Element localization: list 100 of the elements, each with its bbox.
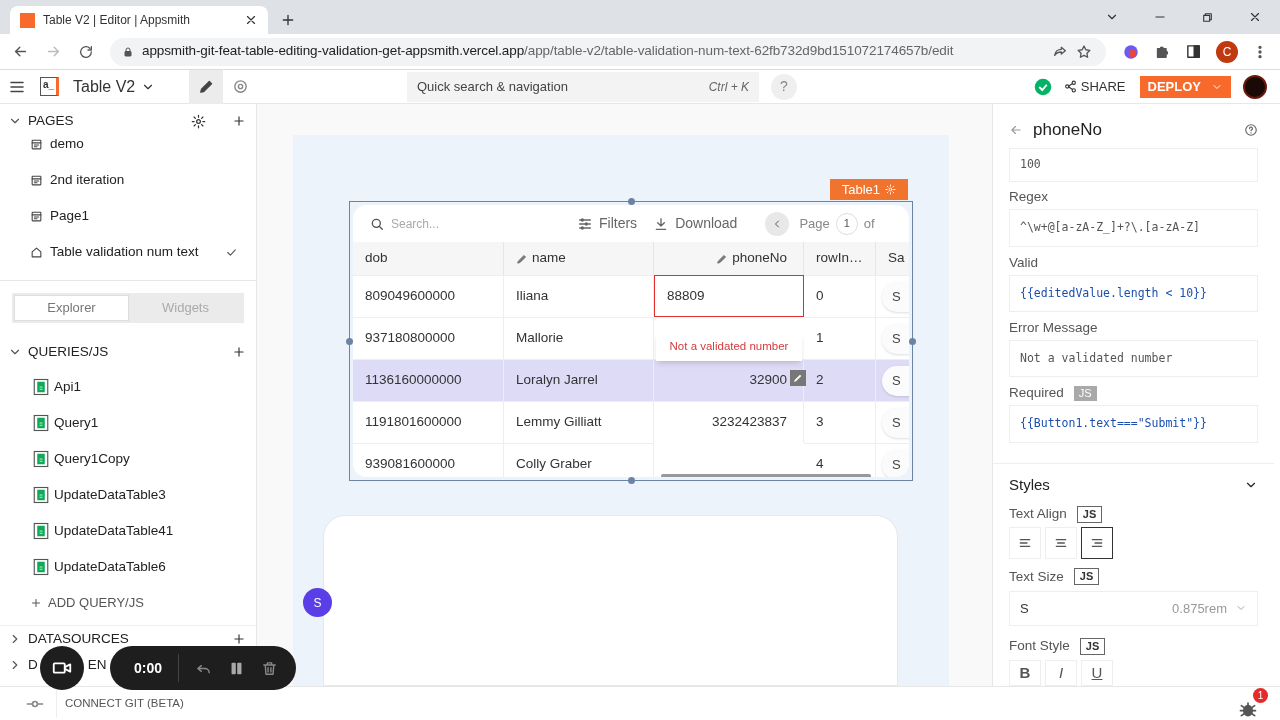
text-field[interactable]: ^\w+@[a-zA-Z_]+?\.[a-zA-Z]	[1009, 209, 1258, 247]
field-label: Required	[1009, 384, 1064, 403]
query-item[interactable]: Query1	[0, 405, 256, 441]
query-item[interactable]: UpdateDataTable3	[0, 477, 256, 513]
settings-icon[interactable]	[191, 113, 206, 129]
table-cell: 0	[804, 275, 876, 317]
cell-editor-field[interactable]: 88809	[654, 275, 804, 317]
resize-handle[interactable]	[909, 338, 916, 345]
resize-handle[interactable]	[628, 198, 635, 205]
field-label: Text Size	[1009, 567, 1064, 586]
home-icon	[30, 245, 43, 259]
error-tooltip: Not a validated number	[656, 333, 802, 361]
page-item[interactable]: 2nd iteration	[0, 162, 256, 198]
query-item[interactable]: Api1	[0, 369, 256, 405]
section-title[interactable]: DATASOURCES	[28, 628, 226, 650]
section-title[interactable]: D	[28, 654, 38, 676]
resize-handle[interactable]	[628, 477, 635, 484]
row-action-button[interactable]: S	[882, 323, 909, 354]
row-action-button[interactable]: S	[882, 407, 909, 438]
app-name-dropdown[interactable]: Table V2	[73, 74, 156, 99]
column-header[interactable]: rowIn…	[804, 242, 876, 275]
row-action-button[interactable]: S	[882, 449, 909, 477]
table-cell: 1	[804, 317, 876, 359]
pencil-icon	[197, 78, 215, 95]
sheet-icon	[32, 378, 50, 396]
resize-handle[interactable]	[346, 338, 353, 345]
column-header[interactable]: dob	[353, 242, 504, 275]
page-item[interactable]: Table validation num text	[0, 234, 256, 270]
js-toggle[interactable]: JS	[1076, 505, 1103, 523]
js-toggle[interactable]: JS	[1079, 637, 1106, 655]
code-field[interactable]: {{Button1.text==="Submit"}}	[1009, 405, 1258, 443]
filters-button[interactable]: Filters	[577, 213, 638, 234]
pencil-icon	[516, 252, 528, 265]
add-icon[interactable]	[232, 632, 246, 646]
query-item[interactable]: UpdateDataTable41	[0, 513, 256, 549]
restore-icon[interactable]	[1201, 10, 1214, 24]
horizontal-scrollbar[interactable]	[661, 474, 871, 477]
download-button[interactable]: Download	[653, 213, 738, 234]
panel-tab[interactable]: Explorer	[14, 295, 129, 321]
text-size-dropdown[interactable]: S 0.875rem	[1009, 590, 1258, 627]
close-icon[interactable]	[1248, 10, 1262, 24]
table-row[interactable]: 939081600000 Colly Graber 4 S	[353, 443, 909, 477]
font-style-button[interactable]: I	[1045, 659, 1077, 686]
sheet-icon	[32, 450, 50, 468]
table-row[interactable]: 1136160000000 Loralyn Jarrel 32900 2 S	[353, 359, 909, 401]
align-right-button[interactable]	[1081, 526, 1113, 559]
close-icon[interactable]	[244, 13, 258, 27]
address-bar[interactable]: appsmith-git-feat-table-editing-validation-get-appsmith.vercel.app/app/table-v2/table-validation-num-text-62fb732d9bd151072174657b/edit	[110, 37, 1106, 66]
query-item[interactable]: UpdateDataTable6	[0, 549, 256, 585]
git-icon	[26, 699, 44, 708]
field-label: Regex	[1009, 188, 1049, 207]
help-icon[interactable]	[1244, 123, 1258, 137]
table-row[interactable]: 809049600000 Iliana 88809 0 S	[353, 275, 909, 317]
field-label: Text Align	[1009, 504, 1067, 523]
eye-icon	[231, 78, 249, 95]
align-center-button[interactable]	[1045, 526, 1077, 559]
js-toggle[interactable]: JS	[1073, 568, 1100, 586]
side-panel-icon[interactable]	[1185, 43, 1202, 60]
query-item[interactable]: Query1Copy	[0, 441, 256, 477]
profile-avatar[interactable]: C	[1216, 40, 1238, 63]
extension-icon[interactable]	[1122, 42, 1140, 61]
text-field[interactable]: 100	[1009, 148, 1258, 182]
column-header[interactable]: phoneNo	[654, 242, 804, 275]
table-cell: 1191801600000	[353, 401, 504, 443]
back-arrow-icon[interactable]	[1009, 123, 1023, 137]
table-cell: Mallorie	[504, 317, 654, 359]
edit-mode-tab[interactable]	[189, 69, 223, 104]
bookmark-star-icon[interactable]	[1076, 43, 1092, 60]
code-field[interactable]: {{editedValue.length < 10}}	[1009, 274, 1258, 313]
tab-title: Table V2 | Editor | Appsmith	[43, 12, 191, 29]
row-action-button[interactable]: S	[882, 365, 909, 396]
reload-icon[interactable]	[78, 43, 94, 60]
section-title[interactable]: EN	[87, 654, 107, 676]
table-row[interactable]: 1191801600000 Lemmy Gilliatt 3232423837 3 S	[353, 401, 909, 443]
font-style-button[interactable]: B	[1009, 659, 1041, 686]
lock-icon	[122, 45, 134, 58]
align-left-button[interactable]	[1009, 526, 1041, 559]
section-title[interactable]: QUERIES/JS	[28, 341, 226, 363]
user-avatar[interactable]	[1243, 74, 1267, 99]
column-header[interactable]: Sa	[876, 242, 909, 275]
error-count-badge: 1	[1253, 687, 1268, 703]
table-cell: Loralyn Jarrel	[504, 359, 654, 401]
add-query-link[interactable]: ADD QUERY/JS	[0, 585, 256, 621]
search-field[interactable]: Quick search & navigation Ctrl + K	[407, 71, 759, 102]
page-item[interactable]: Page1	[0, 198, 256, 234]
add-icon[interactable]	[232, 345, 246, 359]
browser-tab[interactable]: Table V2 | Editor | Appsmith	[10, 6, 268, 34]
sheet-icon	[32, 414, 50, 432]
column-header[interactable]: name	[504, 242, 654, 275]
add-icon	[30, 597, 42, 609]
add-icon[interactable]	[232, 114, 246, 128]
edit-cell-icon[interactable]	[790, 370, 806, 386]
delete-icon[interactable]	[261, 659, 278, 677]
row-action-button[interactable]: S	[882, 281, 909, 312]
share-button[interactable]: SHARE	[1063, 76, 1126, 97]
filter-icon	[577, 215, 593, 232]
page-icon	[30, 173, 43, 187]
text-field[interactable]: Not a validated number	[1009, 339, 1258, 378]
font-style-button[interactable]: U	[1081, 659, 1113, 686]
new-tab-icon[interactable]	[280, 12, 296, 28]
